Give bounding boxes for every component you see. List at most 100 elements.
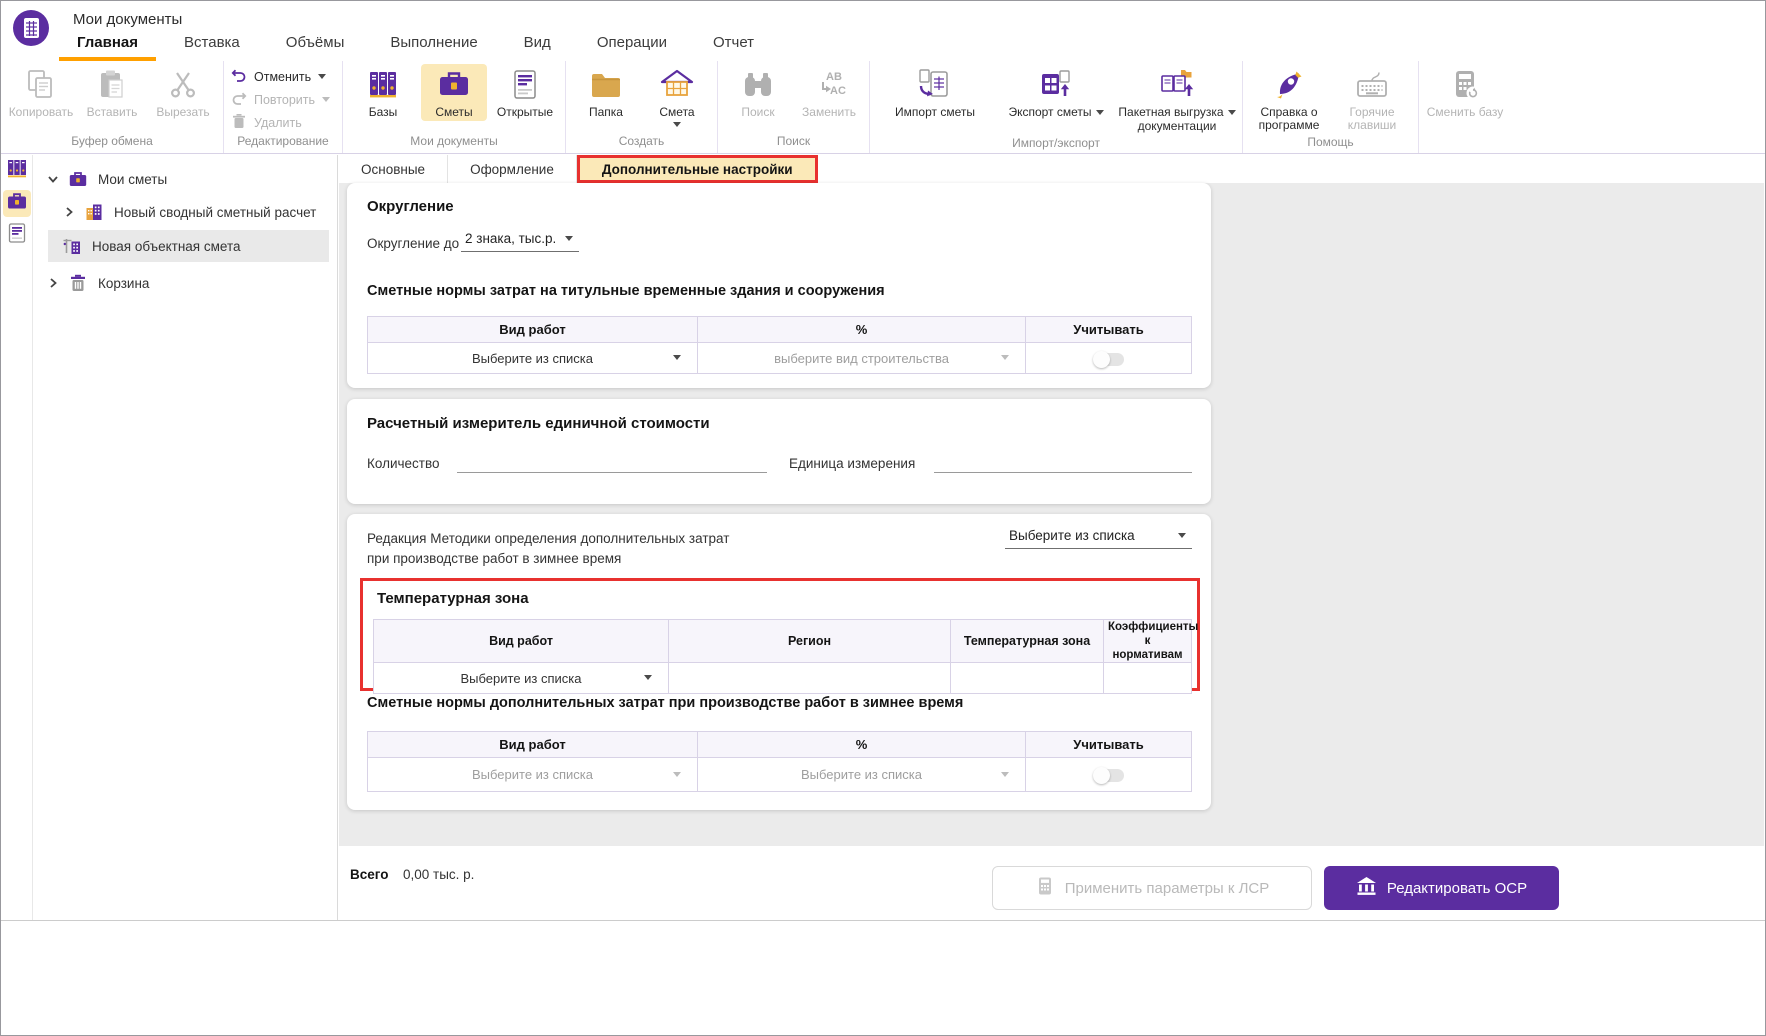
redo-button[interactable]: Повторить [231, 91, 335, 108]
tab-otchet[interactable]: Отчет [695, 28, 772, 61]
create-estimate-dropdown-icon[interactable] [673, 122, 681, 127]
apply-to-lsr-button[interactable]: Применить параметры к ЛСР [992, 866, 1312, 910]
footer-bar: Всего 0,00 тыс. р. Применить параметры к… [339, 846, 1764, 920]
tab-dopolnitelnye-nastroyki[interactable]: Дополнительные настройки [576, 155, 818, 183]
work-type-select-cell[interactable]: Выберите из списка [367, 342, 698, 374]
table-row: Выберите из списка Выберите из списка [367, 757, 1192, 792]
total-value: 0,00 тыс. р. [403, 867, 475, 882]
title-bar: Мои документы Главная Вставка Объёмы Вып… [1, 1, 1765, 61]
tab-oformlenie[interactable]: Оформление [448, 155, 577, 183]
rounding-select[interactable]: 2 знака, тыс.р. [461, 231, 579, 252]
work-type-caret-icon [673, 355, 681, 360]
consider-toggle[interactable] [1092, 767, 1124, 785]
tree-label-summary-calc: Новый сводный сметный расчет [114, 204, 317, 220]
consider-toggle-cell [1025, 757, 1192, 792]
hotkeys-button[interactable]: Горячие клавиши [1333, 64, 1411, 134]
work-type-select-cell[interactable]: Выберите из списка [373, 662, 669, 694]
tab-vid[interactable]: Вид [506, 28, 569, 61]
ribbon: Копировать Вставить Вырезать Буфер обмен… [1, 61, 1765, 154]
export-dropdown-icon[interactable] [1095, 110, 1104, 115]
tree-label-my-estimates: Мои сметы [98, 171, 168, 187]
tree-item-summary-calc[interactable]: Новый сводный сметный расчет [33, 197, 337, 227]
bottom-divider [1, 920, 1765, 921]
import-icon [917, 67, 953, 103]
temp-buildings-title: Сметные нормы затрат на титульные времен… [367, 283, 885, 299]
undo-button[interactable]: Отменить [231, 68, 335, 85]
replace-button[interactable]: AB AC Заменить [796, 64, 862, 121]
redo-dropdown-icon[interactable] [322, 97, 331, 102]
tab-operacii[interactable]: Операции [579, 28, 685, 61]
tab-osnovnye[interactable]: Основные [339, 155, 449, 183]
bases-label: Базы [368, 105, 398, 119]
percent-select-cell[interactable]: Выберите из списка [697, 757, 1026, 792]
copy-label: Копировать [8, 105, 74, 119]
batch-export-label-bottom: документации [1137, 119, 1217, 133]
construction-type-select-cell[interactable]: выберите вид строительства [697, 342, 1026, 374]
paste-button[interactable]: Вставить [79, 64, 145, 121]
delete-button[interactable]: Удалить [231, 114, 335, 131]
bank-icon [1356, 876, 1377, 900]
tab-vypolnenie[interactable]: Выполнение [372, 28, 495, 61]
redo-label: Повторить [254, 92, 316, 107]
group-help: Справка о программе Горячие клавиши Помо… [1242, 61, 1418, 153]
cut-button[interactable]: Вырезать [150, 64, 216, 121]
group-label-editing: Редактирование [237, 134, 329, 148]
tab-vstavka[interactable]: Вставка [166, 28, 258, 61]
rounding-title: Округление [367, 198, 454, 215]
settings-content: Округление Округление до 2 знака, тыс.р.… [339, 183, 1764, 846]
app-window: Мои документы Главная Вставка Объёмы Вып… [0, 0, 1766, 1036]
create-folder-button[interactable]: Папка [573, 64, 639, 121]
tree-label-trash: Корзина [98, 275, 150, 291]
work-type-select-cell[interactable]: Выберите из списка [367, 757, 698, 792]
batch-export-icon [1159, 67, 1195, 103]
tab-glavnaya[interactable]: Главная [59, 28, 157, 61]
chevron-right-icon[interactable] [46, 277, 60, 289]
batch-export-dropdown-icon[interactable] [1227, 110, 1236, 115]
coefficients-cell[interactable] [1103, 662, 1192, 694]
rocket-icon [1271, 67, 1307, 103]
unit-measure-card: Расчетный измеритель единичной стоимости… [347, 399, 1211, 504]
about-button[interactable]: Справка о программе [1250, 64, 1328, 134]
consider-toggle[interactable] [1092, 350, 1124, 368]
strip-opened-button[interactable] [3, 222, 31, 249]
strip-bases-button[interactable] [3, 158, 31, 185]
estimates-label: Сметы [435, 105, 473, 119]
bases-icon [365, 67, 401, 103]
opened-docs-small-icon [6, 222, 28, 249]
percent-placeholder: Выберите из списка [800, 767, 923, 782]
tree-item-object-estimate[interactable]: Новая объектная смета [48, 230, 329, 262]
import-estimate-button[interactable]: Импорт сметы [877, 64, 993, 121]
group-label-create: Создать [618, 134, 665, 148]
group-label-clipboard: Буфер обмена [71, 134, 153, 148]
change-db-button[interactable]: Сменить базу [1426, 64, 1504, 121]
group-label-my-documents: Мои документы [410, 134, 498, 148]
batch-export-button[interactable]: Пакетная выгрузка документации [1118, 64, 1236, 135]
create-estimate-button[interactable]: Смета [644, 64, 710, 129]
chevron-right-icon[interactable] [62, 206, 76, 218]
column-header-percent: % [697, 731, 1026, 758]
region-cell[interactable] [668, 662, 951, 694]
group-label-import-export: Импорт/экспорт [1012, 136, 1100, 150]
search-button[interactable]: Поиск [725, 64, 791, 121]
edit-osr-button[interactable]: Редактировать ОСР [1324, 866, 1559, 910]
change-db-label: Сменить базу [1426, 105, 1504, 119]
tab-obyomy[interactable]: Объёмы [268, 28, 363, 61]
opened-button[interactable]: Открытые [492, 64, 558, 121]
undo-dropdown-icon[interactable] [318, 74, 327, 79]
temp-zone-cell[interactable] [950, 662, 1104, 694]
tree-item-my-estimates[interactable]: Мои сметы [33, 164, 337, 194]
scissors-icon [165, 67, 201, 103]
export-estimate-button[interactable]: Экспорт сметы [998, 64, 1114, 121]
copy-button[interactable]: Копировать [8, 64, 74, 121]
group-label-change-db [1426, 147, 1504, 152]
chevron-down-icon[interactable] [46, 173, 60, 185]
bases-button[interactable]: Базы [350, 64, 416, 121]
unit-input[interactable] [934, 451, 1192, 473]
tree-item-trash[interactable]: Корзина [33, 268, 337, 298]
group-clipboard: Копировать Вставить Вырезать Буфер обмен… [1, 61, 223, 153]
strip-estimates-button[interactable] [2, 190, 31, 217]
quantity-input[interactable] [457, 451, 767, 473]
methodology-select[interactable]: Выберите из списка [1005, 528, 1192, 549]
estimates-button[interactable]: Сметы [421, 64, 487, 121]
app-logo-icon [12, 9, 50, 47]
